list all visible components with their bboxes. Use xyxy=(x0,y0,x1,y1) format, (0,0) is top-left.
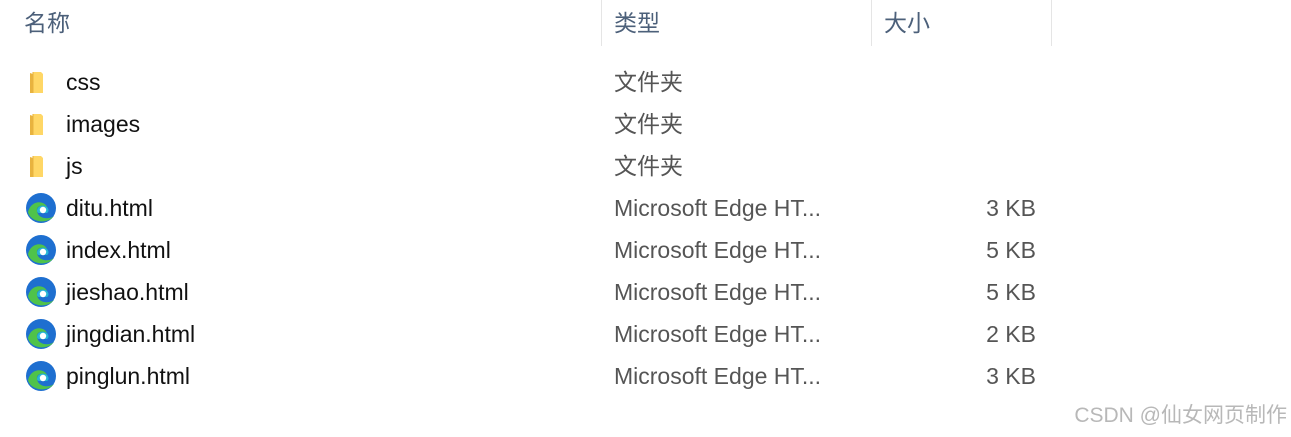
file-row[interactable]: jieshao.html Microsoft Edge HT... 5 KB xyxy=(0,271,1060,313)
file-type: Microsoft Edge HT... xyxy=(614,363,822,389)
file-row[interactable]: images 文件夹 xyxy=(0,103,1060,145)
file-list: css 文件夹 images 文件夹 js 文件夹 ditu.html Micr… xyxy=(0,61,1291,397)
folder-icon xyxy=(25,108,57,140)
file-name: index.html xyxy=(66,237,171,263)
file-type: Microsoft Edge HT... xyxy=(614,195,822,221)
edge-html-icon xyxy=(25,276,57,308)
file-name: ditu.html xyxy=(66,195,153,221)
file-row[interactable]: js 文件夹 xyxy=(0,145,1060,187)
column-header-name[interactable]: 名称 xyxy=(24,0,600,46)
file-type: Microsoft Edge HT... xyxy=(614,237,822,263)
file-size: 3 KB xyxy=(986,363,1036,389)
watermark: CSDN @仙女网页制作 xyxy=(1074,404,1287,427)
file-type: Microsoft Edge HT... xyxy=(614,321,822,347)
file-name: jieshao.html xyxy=(66,279,189,305)
file-name: pinglun.html xyxy=(66,363,191,389)
file-size: 3 KB xyxy=(986,195,1036,221)
file-type: 文件夹 xyxy=(614,153,683,179)
file-name: jingdian.html xyxy=(66,321,196,347)
file-name: js xyxy=(66,153,83,179)
file-size: 5 KB xyxy=(986,237,1036,263)
column-divider[interactable] xyxy=(601,0,602,46)
file-name: css xyxy=(66,69,101,95)
file-size: 2 KB xyxy=(986,321,1036,347)
file-row[interactable]: jingdian.html Microsoft Edge HT... 2 KB xyxy=(0,313,1060,355)
column-divider[interactable] xyxy=(871,0,872,46)
edge-html-icon xyxy=(25,318,57,350)
edge-html-icon xyxy=(25,192,57,224)
file-type: 文件夹 xyxy=(614,111,683,137)
file-type: 文件夹 xyxy=(614,69,683,95)
file-row[interactable]: index.html Microsoft Edge HT... 5 KB xyxy=(0,229,1060,271)
edge-html-icon xyxy=(25,234,57,266)
column-header-type[interactable]: 类型 xyxy=(614,0,870,46)
file-size: 5 KB xyxy=(986,279,1036,305)
file-row[interactable]: css 文件夹 xyxy=(0,61,1060,103)
file-row[interactable]: pinglun.html Microsoft Edge HT... 3 KB xyxy=(0,355,1060,397)
file-row[interactable]: ditu.html Microsoft Edge HT... 3 KB xyxy=(0,187,1060,229)
folder-icon xyxy=(25,66,57,98)
column-header-bar: 名称 ⌃ 类型 大小 xyxy=(0,0,1291,46)
edge-html-icon xyxy=(25,360,57,392)
column-header-size[interactable]: 大小 xyxy=(884,0,1050,46)
file-name: images xyxy=(66,111,141,137)
file-type: Microsoft Edge HT... xyxy=(614,279,822,305)
folder-icon xyxy=(25,150,57,182)
column-divider[interactable] xyxy=(1051,0,1052,46)
sort-caret-icon: ⌃ xyxy=(300,0,310,8)
